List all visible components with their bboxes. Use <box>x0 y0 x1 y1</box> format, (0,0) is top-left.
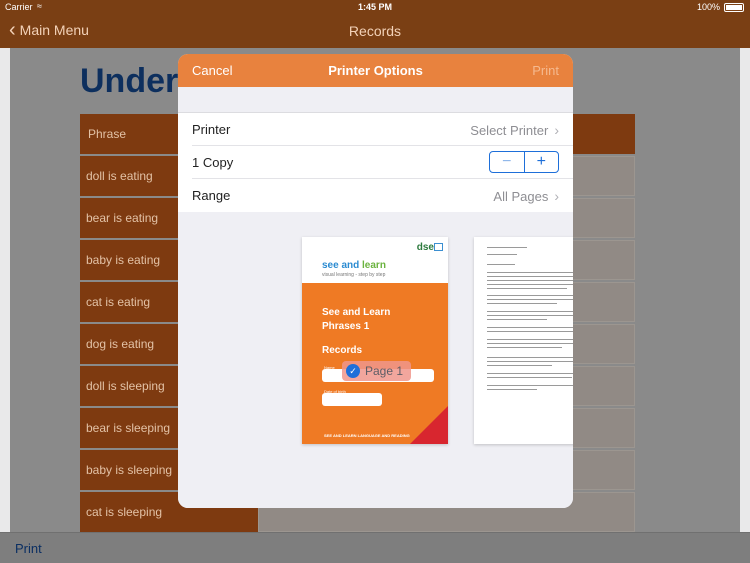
text-line <box>487 385 573 386</box>
copies-stepper[interactable]: − + <box>489 151 559 173</box>
status-bar: Carrier ≈ 1:45 PM 100% <box>0 0 750 15</box>
text-line <box>487 377 572 378</box>
text-line <box>487 299 573 300</box>
text-line <box>487 347 562 348</box>
printer-row[interactable]: Printer Select Printer › <box>192 113 573 146</box>
tagline: visual learning - step by step <box>322 272 386 278</box>
see-and-learn-logo: see and learn <box>322 260 386 271</box>
brand-see: see and <box>322 260 363 271</box>
text-line <box>487 295 573 296</box>
printer-options-dialog: Cancel Printer Options Print Printer Sel… <box>178 54 573 508</box>
page-badge-label: Page 1 <box>365 364 404 378</box>
text-line <box>487 389 537 390</box>
text-line <box>487 288 567 289</box>
cover-header: dse see and learn visual learning - step… <box>302 237 448 283</box>
chevron-right-icon: › <box>554 122 559 138</box>
toolbar-print-button[interactable]: Print <box>15 541 42 556</box>
text-line <box>487 280 573 281</box>
text-line <box>487 327 573 328</box>
chevron-right-icon: › <box>554 188 559 204</box>
range-value: All Pages › <box>493 188 559 204</box>
bottom-toolbar: Print <box>0 532 750 563</box>
text-line <box>487 276 573 277</box>
text-line <box>487 357 573 358</box>
text-line <box>487 311 573 312</box>
text-line <box>487 319 547 320</box>
print-button[interactable]: Print <box>532 63 559 78</box>
text-line <box>487 373 573 374</box>
page-1-badge[interactable]: ✓ Page 1 <box>342 361 412 381</box>
text-line <box>487 284 573 285</box>
text-line <box>487 247 527 248</box>
text-line <box>487 361 573 362</box>
brand-learn: learn <box>362 260 386 271</box>
text-line <box>487 339 573 340</box>
preview-page-1[interactable]: dse see and learn visual learning - step… <box>302 237 448 444</box>
text-line <box>487 365 552 366</box>
preview-page-2[interactable] <box>474 237 573 444</box>
navigation-bar: ‹ Main Menu Records <box>0 15 750 48</box>
print-preview[interactable]: dse see and learn visual learning - step… <box>178 212 573 508</box>
increment-button[interactable]: + <box>525 152 559 172</box>
text-line <box>487 331 573 332</box>
cover-footer: SEE AND LEARN LANGUAGE AND READING <box>324 433 410 438</box>
cover-title-2: Phrases 1 <box>322 321 370 332</box>
text-line <box>487 272 573 273</box>
page-heading: Under <box>80 62 179 100</box>
cover-subtitle: Records <box>322 345 363 356</box>
battery-icon <box>724 3 744 12</box>
dse-logo: dse <box>416 242 434 253</box>
book-icon <box>434 243 443 251</box>
corner-ribbon <box>410 406 448 444</box>
range-row[interactable]: Range All Pages › <box>192 179 573 212</box>
text-line <box>487 315 573 316</box>
clock: 1:45 PM <box>357 2 392 12</box>
copies-row: 1 Copy − + <box>192 146 573 179</box>
copies-label: 1 Copy <box>192 155 234 170</box>
checkmark-icon: ✓ <box>346 364 360 378</box>
nav-title: Records <box>348 23 402 39</box>
battery-percent: 100% <box>696 2 720 12</box>
range-label: Range <box>192 188 231 203</box>
dialog-title: Printer Options <box>328 63 423 78</box>
text-line <box>487 303 557 304</box>
dialog-header: Cancel Printer Options Print <box>178 54 573 87</box>
text-line <box>487 343 573 344</box>
cover-title-1: See and Learn <box>322 307 391 318</box>
print-options-list: Printer Select Printer › 1 Copy − + Rang… <box>178 112 573 213</box>
dob-field <box>322 393 382 406</box>
decrement-button[interactable]: − <box>490 152 525 172</box>
text-line <box>487 254 517 255</box>
printer-label: Printer <box>192 122 231 137</box>
range-value-text: All Pages <box>493 188 549 204</box>
printer-value: Select Printer › <box>470 122 559 138</box>
text-line <box>487 264 515 265</box>
printer-value-text: Select Printer <box>470 122 549 138</box>
